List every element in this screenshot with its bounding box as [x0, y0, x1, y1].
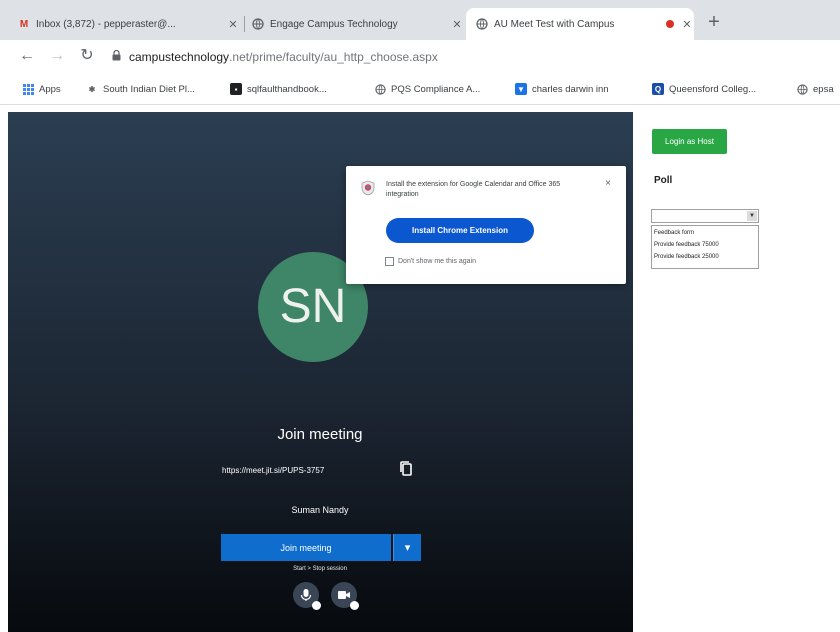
- tab-label: Inbox (3,872) - pepperaster@...: [36, 18, 176, 30]
- bookmark-charles-darwin[interactable]: ▼ charles darwin inn: [515, 80, 633, 98]
- join-meeting-title: Join meeting: [277, 426, 363, 443]
- checkbox-icon[interactable]: [385, 257, 394, 266]
- copy-icon[interactable]: [398, 460, 414, 478]
- tab-active-meeting[interactable]: AU Meet Test with Campus ✕: [466, 8, 694, 40]
- poll-option[interactable]: Provide feedback 75000: [654, 239, 756, 251]
- bookmark-icon: ▼: [515, 83, 527, 95]
- poll-option[interactable]: Provide feedback 25000: [654, 251, 756, 263]
- bookmark-label: PQS Compliance A...: [391, 83, 481, 95]
- status-dot: [312, 601, 321, 610]
- address-bar[interactable]: campustechnology .net/prime/faculty/au_ht…: [112, 44, 832, 70]
- chrome-extension-icon: [360, 180, 376, 196]
- login-as-host-button[interactable]: Login as Host: [652, 129, 727, 154]
- globe-icon: [252, 18, 264, 30]
- microphone-icon: [300, 589, 312, 601]
- tab-label: Engage Campus Technology: [270, 18, 398, 30]
- globe-icon: [796, 83, 808, 95]
- chevron-down-icon: ▼: [747, 211, 757, 221]
- globe-icon: [476, 18, 488, 30]
- tab-gmail[interactable]: M Inbox (3,872) - pepperaster@... ✕: [18, 8, 240, 40]
- dont-show-again-label: Don't show me this again: [398, 258, 476, 265]
- poll-select[interactable]: ▼: [651, 209, 759, 223]
- bookmark-epsa[interactable]: epsa: [796, 80, 840, 98]
- microphone-toggle[interactable]: [293, 582, 321, 610]
- camera-toggle[interactable]: [331, 582, 359, 610]
- back-icon[interactable]: ←: [16, 45, 38, 67]
- meeting-url: https://meet.jit.si/PUPS-3757: [222, 466, 325, 475]
- bookmark-apps[interactable]: Apps: [22, 80, 76, 98]
- bookmark-label: charles darwin inn: [532, 83, 609, 95]
- document-icon: ▪: [230, 83, 242, 95]
- lock-icon: [112, 49, 121, 64]
- bookmark-label: South Indian Diet Pl...: [103, 83, 195, 95]
- join-meeting-button[interactable]: Join meeting: [221, 534, 391, 561]
- bookmark-queensford[interactable]: Q Queensford Colleg...: [652, 80, 778, 98]
- install-extension-button[interactable]: Install Chrome Extension: [386, 218, 534, 243]
- bookmark-label: Queensford Colleg...: [669, 83, 757, 95]
- popup-message: Install the extension for Google Calenda…: [386, 181, 561, 198]
- url-path: .net/prime/faculty/au_http_choose.aspx: [229, 50, 438, 64]
- bookmark-sqlfaulthandbook[interactable]: ▪ sqlfaulthandbook...: [230, 80, 354, 98]
- bookmark-south-indian-diet[interactable]: ✱ South Indian Diet Pl...: [86, 80, 214, 98]
- tab-separator: [244, 16, 245, 32]
- bookmark-label: Apps: [39, 83, 61, 95]
- chevron-down-icon: ▾: [404, 542, 411, 554]
- bookmark-pqs-compliance[interactable]: PQS Compliance A...: [374, 80, 498, 98]
- globe-icon: [374, 83, 386, 95]
- display-name[interactable]: Suman Nandy: [250, 505, 390, 515]
- tab-label: AU Meet Test with Campus: [494, 18, 615, 30]
- gmail-icon: M: [19, 18, 29, 30]
- new-tab-button[interactable]: +: [700, 10, 728, 34]
- poll-label: Poll: [654, 175, 673, 186]
- status-dot: [350, 601, 359, 610]
- bookmark-label: epsa: [813, 83, 834, 95]
- url-domain: campustechnology: [129, 50, 230, 64]
- bookmark-icon: Q: [652, 83, 664, 95]
- close-icon[interactable]: ✕: [226, 18, 240, 31]
- poll-option[interactable]: Feedback form: [654, 227, 756, 239]
- join-options-button[interactable]: ▾: [393, 534, 421, 561]
- tab-engage[interactable]: Engage Campus Technology ✕: [252, 8, 464, 40]
- close-icon[interactable]: ✕: [450, 18, 464, 31]
- close-icon[interactable]: ✕: [680, 18, 694, 31]
- reload-icon[interactable]: ↻: [76, 45, 98, 67]
- camera-icon: [338, 591, 350, 599]
- forward-icon[interactable]: →: [46, 45, 68, 67]
- alternate-join-option[interactable]: Start > Stop session: [270, 566, 370, 572]
- recording-icon: [666, 20, 674, 28]
- bookmark-label: sqlfaulthandbook...: [247, 83, 327, 95]
- dont-show-again-checkbox[interactable]: Don't show me this again: [385, 257, 585, 266]
- close-icon[interactable]: ×: [602, 178, 614, 190]
- poll-options-list[interactable]: Feedback form Provide feedback 75000 Pro…: [651, 225, 759, 269]
- pin-icon: ✱: [88, 84, 96, 94]
- apps-grid-icon: [22, 83, 34, 95]
